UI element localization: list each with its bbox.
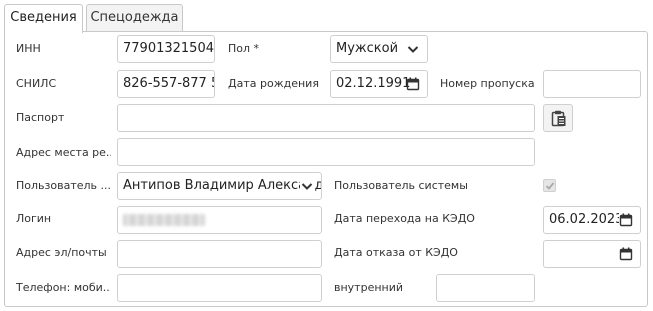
- phone-label: Телефон: моби...: [16, 281, 111, 294]
- login-redacted: [123, 213, 205, 226]
- calendar-icon[interactable]: [619, 213, 633, 227]
- inn-field[interactable]: 7790132150427: [117, 35, 215, 63]
- checkmark-icon: [545, 182, 555, 190]
- passport-label: Паспорт: [16, 111, 65, 124]
- address-label: Адрес места ре...: [16, 146, 111, 159]
- inn-label: ИНН: [16, 42, 41, 55]
- kedo-refuse-field[interactable]: [543, 240, 641, 268]
- internal-phone-field[interactable]: [436, 274, 535, 302]
- system-user-label: Пользователь системы: [334, 179, 468, 192]
- snils-field[interactable]: 826-557-877 53: [117, 70, 215, 98]
- snils-label: СНИЛС: [16, 77, 57, 90]
- login-field[interactable]: [117, 206, 322, 234]
- chevron-down-icon: [407, 46, 419, 53]
- system-user-checkbox[interactable]: [543, 179, 556, 192]
- kedo-date-label: Дата перехода на КЭДО: [334, 212, 475, 225]
- calendar-icon[interactable]: [619, 247, 633, 261]
- internal-label: внутренний: [334, 281, 404, 294]
- kedo-date-field[interactable]: 06.02.2023: [543, 206, 641, 234]
- clipboard-icon: [551, 110, 566, 127]
- kedo-date-value: 06.02.2023: [549, 212, 624, 227]
- email-label: Адрес эл/почты: [16, 246, 107, 259]
- phone-field[interactable]: [117, 274, 322, 302]
- chevron-down-icon: [300, 179, 314, 193]
- gender-value: Мужской: [336, 41, 399, 56]
- user-label: Пользователь ...: [16, 179, 111, 192]
- tab-workwear[interactable]: Спецодежда: [86, 4, 183, 32]
- calendar-icon[interactable]: [406, 77, 420, 91]
- birth-date-field[interactable]: 02.12.1991: [330, 70, 428, 98]
- gender-select[interactable]: Мужской: [330, 35, 428, 63]
- gender-label: Пол *: [228, 42, 260, 55]
- tab-info[interactable]: Сведения: [4, 4, 83, 33]
- birth-date-label: Дата рождения: [228, 77, 319, 90]
- pass-number-label: Номер пропуска: [440, 77, 535, 90]
- user-select[interactable]: Антипов Владимир Александрович: [117, 172, 322, 200]
- clipboard-button[interactable]: [543, 104, 573, 132]
- kedo-refuse-label: Дата отказа от КЭДО: [334, 246, 458, 259]
- email-field[interactable]: [117, 240, 322, 268]
- birth-date-value: 02.12.1991: [336, 76, 411, 91]
- address-field[interactable]: [117, 138, 535, 166]
- passport-field[interactable]: [117, 104, 535, 132]
- pass-number-field[interactable]: [543, 70, 641, 98]
- user-value: Антипов Владимир Александрович: [123, 178, 321, 193]
- login-label: Логин: [16, 212, 52, 225]
